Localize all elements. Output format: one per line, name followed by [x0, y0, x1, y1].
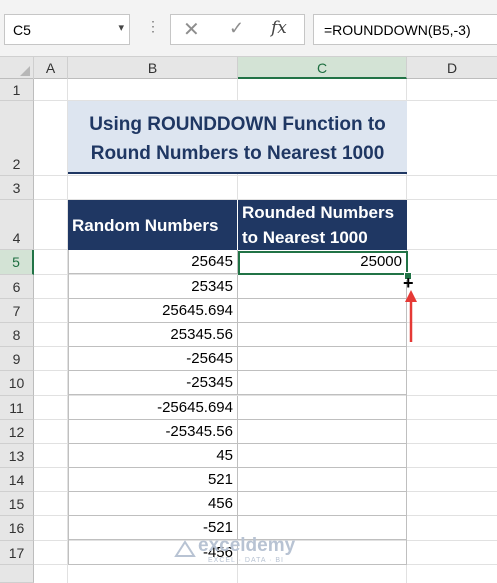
- red-arrow-icon: [405, 290, 417, 342]
- formula-text: =ROUNDDOWN(B5,-3): [324, 22, 471, 38]
- chevron-down-icon[interactable]: ▾: [118, 21, 124, 34]
- column-headers: A B C D: [0, 56, 497, 79]
- row-header-11[interactable]: 11: [0, 396, 34, 420]
- select-all-corner[interactable]: [0, 57, 34, 79]
- cell-b11[interactable]: -25645.694: [68, 396, 238, 420]
- cell-c11[interactable]: [238, 396, 407, 420]
- row-header-15[interactable]: 15: [0, 492, 34, 516]
- grid-row-line: [34, 175, 497, 176]
- cell-b8[interactable]: 25345.56: [68, 323, 238, 347]
- cell-b9[interactable]: -25645: [68, 347, 238, 371]
- header-rounded-line-2: to Nearest 1000: [242, 228, 368, 247]
- cell-c15[interactable]: [238, 492, 407, 516]
- cell-c6[interactable]: [238, 275, 407, 299]
- cell-c13[interactable]: [238, 444, 407, 468]
- cell-b14[interactable]: 521: [68, 468, 238, 492]
- cell-c7[interactable]: [238, 299, 407, 323]
- formula-input[interactable]: =ROUNDDOWN(B5,-3): [313, 14, 497, 45]
- name-box[interactable]: C5 ▾: [4, 14, 130, 45]
- active-cell-c5[interactable]: [238, 251, 408, 275]
- row-header-9[interactable]: 9: [0, 347, 34, 371]
- formula-buttons: ✕ ✓ fx: [170, 14, 305, 45]
- title-line-1: Using ROUNDDOWN Function to: [89, 114, 386, 135]
- cell-c14[interactable]: [238, 468, 407, 492]
- cell-b13[interactable]: 45: [68, 444, 238, 468]
- cell-b6[interactable]: 25345: [68, 275, 238, 299]
- watermark-name: exceldemy: [198, 535, 296, 556]
- header-random-numbers[interactable]: Random Numbers: [68, 200, 238, 250]
- title-line-2: Round Numbers to Nearest 1000: [90, 143, 385, 164]
- cell-c9[interactable]: [238, 347, 407, 371]
- row-header-17[interactable]: 17: [0, 541, 34, 565]
- row-header-3[interactable]: 3: [0, 176, 34, 200]
- row-header-8[interactable]: 8: [0, 323, 34, 347]
- cancel-icon[interactable]: ✕: [183, 17, 200, 42]
- cell-c10[interactable]: [238, 371, 407, 395]
- row-header-12[interactable]: 12: [0, 420, 34, 444]
- row-header-5[interactable]: 5: [0, 250, 34, 275]
- row-header-13[interactable]: 13: [0, 444, 34, 468]
- cell-b5[interactable]: 25645: [68, 250, 238, 274]
- header-rounded-numbers[interactable]: Rounded Numbers to Nearest 1000: [238, 200, 407, 250]
- row-header-14[interactable]: 14: [0, 468, 34, 492]
- row-header-4[interactable]: 4: [0, 200, 34, 250]
- cell-b10[interactable]: -25345: [68, 371, 238, 395]
- formula-bar-area: C5 ▾ ⋮ ✕ ✓ fx =ROUNDDOWN(B5,-3): [0, 0, 497, 56]
- cell-b7[interactable]: 25645.694: [68, 299, 238, 323]
- column-header-a[interactable]: A: [34, 57, 68, 79]
- more-options-icon[interactable]: ⋮: [146, 18, 160, 35]
- name-box-value: C5: [13, 22, 31, 38]
- row-header-16[interactable]: 16: [0, 516, 34, 541]
- header-rounded-line-1: Rounded Numbers: [242, 203, 395, 222]
- insert-function-icon[interactable]: fx: [271, 18, 287, 38]
- row-header-6[interactable]: 6: [0, 275, 34, 299]
- cell-c12[interactable]: [238, 420, 407, 444]
- column-header-b[interactable]: B: [68, 57, 238, 79]
- row-header-10[interactable]: 10: [0, 371, 34, 396]
- cell-c8[interactable]: [238, 323, 407, 347]
- sheet-title: Using ROUNDDOWN Function to Round Number…: [68, 101, 407, 174]
- column-header-d[interactable]: D: [407, 57, 497, 79]
- row-header-1[interactable]: 1: [0, 79, 34, 101]
- row-header-7[interactable]: 7: [0, 299, 34, 323]
- cell-b15[interactable]: 456: [68, 492, 238, 516]
- row-header-18[interactable]: [0, 565, 34, 583]
- cell-b12[interactable]: -25345.56: [68, 420, 238, 444]
- watermark-tagline: EXCEL · DATA · BI: [208, 557, 284, 564]
- column-header-c[interactable]: C: [238, 57, 407, 79]
- enter-check-icon[interactable]: ✓: [229, 18, 244, 39]
- row-header-2[interactable]: 2: [0, 101, 34, 176]
- header-random-numbers-label: Random Numbers: [72, 216, 219, 235]
